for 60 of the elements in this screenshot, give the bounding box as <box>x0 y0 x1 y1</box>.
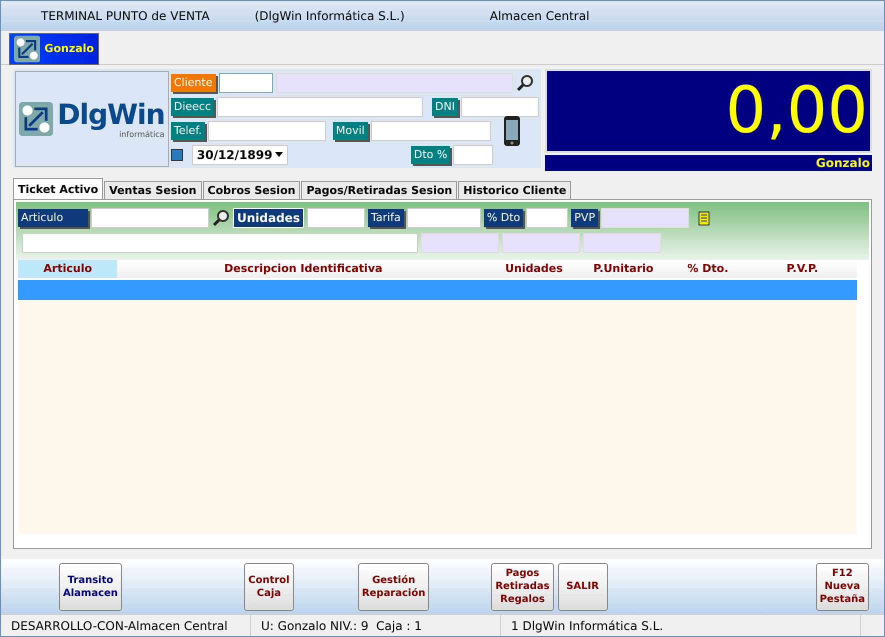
toolbar-button[interactable]: Gestión Reparación <box>358 562 430 610</box>
column-header[interactable]: Descripcion Identificativa <box>117 260 490 278</box>
input-field[interactable] <box>22 232 418 252</box>
column-header[interactable]: % Dto. <box>668 260 748 278</box>
selected-row[interactable] <box>18 280 857 300</box>
field-label: Telef. <box>170 122 205 140</box>
input-field[interactable] <box>306 208 365 228</box>
field-label: Dieecc <box>170 98 214 116</box>
field-label: DNI <box>432 98 458 116</box>
logo-text: DlgWin <box>57 100 165 130</box>
logo-tagline: informática <box>119 130 165 138</box>
tab[interactable]: Pagos/Retiradas Sesion <box>301 181 458 199</box>
column-header[interactable]: Articulo <box>18 260 118 278</box>
caret-icon <box>274 152 283 157</box>
toolbar-button[interactable]: Transito Alamacen <box>59 562 122 610</box>
status-text: 1 DlgWin Informática S.L. <box>501 615 861 636</box>
total-amount: 0,00 <box>545 69 872 153</box>
date-field[interactable]: 30/12/1899 <box>192 144 288 164</box>
field-label: Movil <box>332 122 368 140</box>
tab[interactable]: Historico Cliente <box>458 181 572 199</box>
field-label: Cliente <box>170 74 216 92</box>
window-title: (DlgWin Informática S.L.) <box>254 8 405 25</box>
field-label: Articulo <box>18 208 88 226</box>
operator-name: Gonzalo <box>545 155 872 171</box>
tab[interactable]: Ventas Sesion <box>104 181 202 199</box>
phone-icon <box>502 114 522 146</box>
tab[interactable]: Ticket Activo <box>13 178 104 199</box>
field-label: Tarifa <box>368 208 404 226</box>
field-label: Dto % <box>410 146 450 164</box>
input-field[interactable] <box>217 96 424 116</box>
input-field[interactable] <box>218 72 272 92</box>
input-field[interactable] <box>453 144 494 164</box>
toolbar-button[interactable]: Control Caja <box>244 562 294 610</box>
input-field[interactable] <box>526 208 568 228</box>
logo-icon <box>19 102 54 136</box>
search-icon <box>212 208 230 226</box>
checkbox[interactable] <box>170 148 183 160</box>
status-text: U: Gonzalo NIV.: 9 Caja : 1 <box>251 615 501 636</box>
column-header[interactable]: P.Unitario <box>578 260 668 278</box>
input-field[interactable] <box>406 208 481 228</box>
search-icon <box>516 74 534 92</box>
input-field[interactable] <box>208 120 326 140</box>
toolbar-button[interactable]: Pagos Retiradas Regalos <box>491 562 554 610</box>
window-title: Almacen Central <box>490 8 590 25</box>
input-field[interactable] <box>91 208 209 228</box>
input-field[interactable] <box>370 120 491 140</box>
input-field[interactable] <box>461 96 539 116</box>
document-icon <box>698 210 710 226</box>
logo-icon <box>14 35 40 63</box>
toolbar-button[interactable]: F12 Nueva Pestaña <box>816 562 870 610</box>
field-label: Unidades <box>233 208 304 228</box>
toolbar-button[interactable]: SALIR <box>558 562 608 610</box>
field-label: % Dto <box>484 208 524 226</box>
column-header[interactable]: Unidades <box>489 260 579 278</box>
status-text: DESARROLLO-CON-Almacen Central <box>1 615 251 636</box>
tab[interactable]: Cobros Sesion <box>202 181 300 199</box>
field-label: PVP <box>571 208 598 226</box>
column-header[interactable]: P.V.P. <box>748 260 857 278</box>
user-tab[interactable]: Gonzalo <box>9 33 99 65</box>
window-title: TERMINAL PUNTO de VENTA <box>41 8 210 25</box>
